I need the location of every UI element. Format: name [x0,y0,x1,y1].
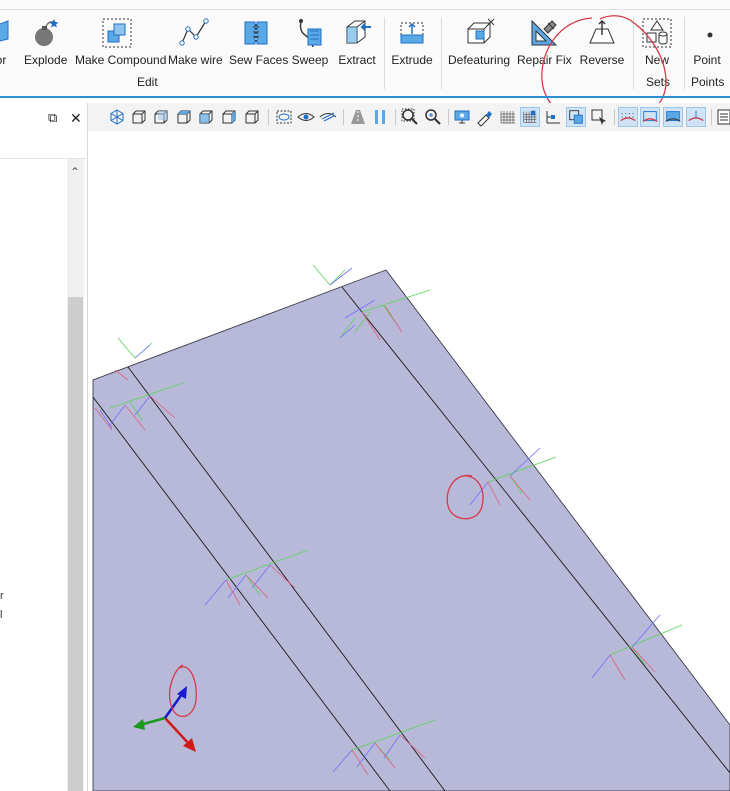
make-compound-label: Make Compound [75,53,167,67]
ribbon-separator [384,17,385,89]
sew-faces-label: Sew Faces [229,53,289,67]
ribbon-separator [684,17,685,89]
zoom-fit-icon[interactable] [400,107,420,127]
perspective-icon[interactable] [348,107,368,127]
ribbon-bottom-border [0,96,730,98]
scroll-thumb[interactable] [68,297,83,791]
defeaturing-icon [467,18,495,44]
sweep-button[interactable]: Sweep [291,17,329,69]
panel-header: ⧉ ✕ [0,103,88,159]
zoom-in-icon[interactable] [423,107,443,127]
left-dock-panel: ⧉ ✕ ⌃ r l [0,103,88,791]
compound-icon [102,18,132,48]
back-view-icon[interactable] [151,107,171,127]
select-cross-icon[interactable] [589,107,609,127]
panel-partial-text: r [0,590,4,602]
partial-tool-label: or [0,53,7,67]
right-view-icon[interactable] [242,107,262,127]
extrude-label: Extrude [391,53,433,67]
extrude-icon [400,22,424,44]
defeaturing-label: Defeaturing [448,53,511,67]
extrude-button[interactable]: Extrude [390,17,434,69]
point-label: Point [693,53,721,67]
explode-button[interactable]: Explode [24,17,68,69]
toolbar-separator [343,109,344,125]
screen-capture-icon[interactable] [452,107,472,127]
front-view-icon[interactable] [129,107,149,127]
sew-faces-button[interactable]: Sew Faces [229,17,289,69]
wire-icon [179,18,209,46]
panel-restore-button[interactable]: ⧉ [48,110,57,126]
bottom-view-icon[interactable] [196,107,216,127]
group-label-points: Points [691,75,725,89]
partial-tool-button[interactable]: or [0,17,12,69]
panel-partial-text: l [0,609,3,621]
toolbar-separator [448,109,449,125]
toolbar-separator [395,109,396,125]
surface-fill-icon[interactable] [663,107,683,127]
grid-icon[interactable] [498,107,518,127]
panel-scrollbar[interactable]: ⌃ [67,159,84,791]
grid-snap-icon[interactable] [520,107,540,127]
orthographic-icon[interactable] [370,107,390,127]
sweep-icon [299,19,322,48]
dotted-curve-icon[interactable] [618,107,638,127]
more-tools-icon[interactable] [715,107,730,127]
explode-label: Explode [24,53,68,67]
toolbar-separator [268,109,269,125]
point-icon [707,32,713,38]
group-label-edit: Edit [137,75,158,89]
3d-viewport[interactable] [89,131,730,791]
defeaturing-button[interactable]: Defeaturing [448,17,510,69]
shell-face[interactable] [92,269,730,791]
extract-label: Extract [338,53,376,67]
scene-canvas[interactable] [89,131,730,791]
make-wire-label: Make wire [168,53,223,67]
surface-curve-icon[interactable] [640,107,660,127]
top-view-icon[interactable] [174,107,194,127]
sew-faces-icon [244,21,268,45]
fit-selection-icon[interactable] [274,107,294,127]
extract-icon [346,20,371,44]
make-wire-button[interactable]: Make wire [168,17,223,69]
color-picker-icon[interactable] [474,107,494,127]
extract-button[interactable]: Extract [336,17,378,69]
make-compound-button[interactable]: Make Compound [75,17,167,69]
select-box-icon[interactable] [566,107,586,127]
show-icon[interactable] [296,107,316,127]
toolbar-separator [614,109,615,125]
bomb-icon [35,19,59,46]
panel-close-button[interactable]: ✕ [70,110,82,127]
axis-icon[interactable] [543,107,563,127]
curve-normal-icon[interactable] [686,107,706,127]
left-view-icon[interactable] [219,107,239,127]
iso-view-icon[interactable] [107,107,127,127]
ribbon-separator [441,17,442,89]
scroll-up-arrow[interactable]: ⌃ [70,165,80,179]
toolbar-separator [711,109,712,125]
point-button[interactable]: Point [689,17,725,69]
hide-icon[interactable] [318,107,338,127]
view-toolbar [88,103,730,131]
partial-tool-icon [0,20,9,42]
sweep-label: Sweep [291,53,329,67]
